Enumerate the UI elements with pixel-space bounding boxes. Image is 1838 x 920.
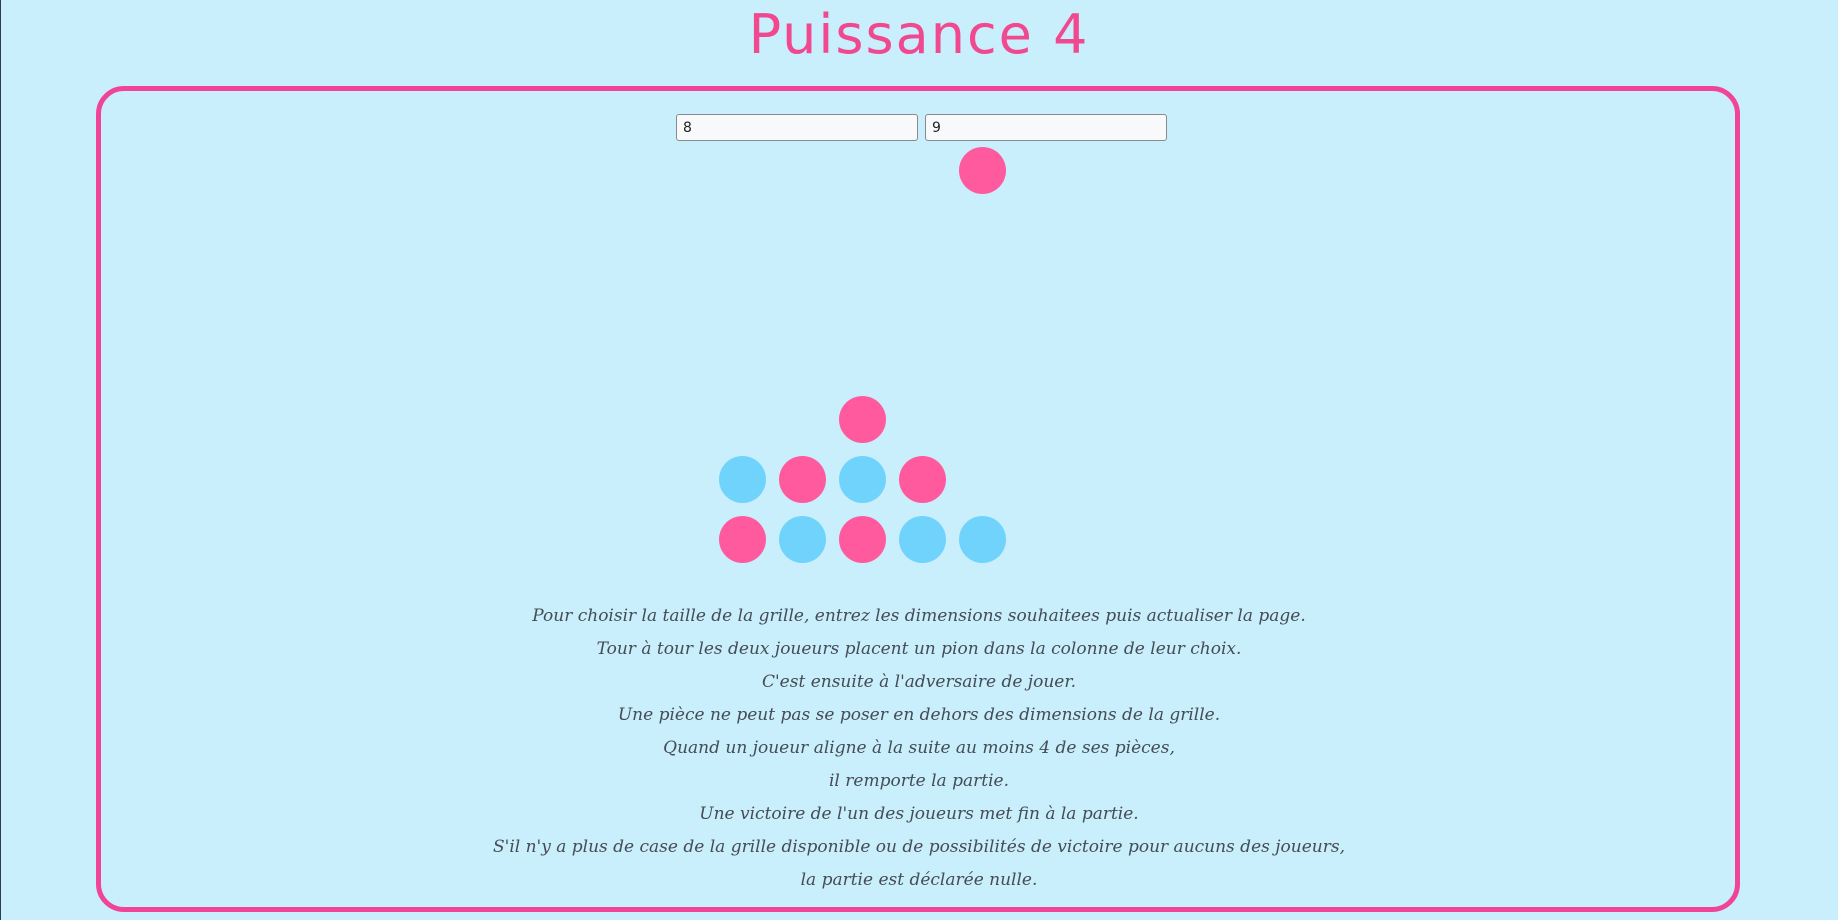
blue-disc	[779, 516, 826, 563]
rule-line: S'il n'y a plus de case de la grille dis…	[493, 837, 1345, 857]
blue-disc	[959, 516, 1006, 563]
rule-line: Une pièce ne peut pas se poser en dehors…	[617, 705, 1221, 725]
pink-disc	[839, 396, 886, 443]
rule-line: Quand un joueur aligne à la suite au moi…	[663, 738, 1175, 758]
grid-rows-input[interactable]	[676, 114, 918, 141]
rule-line: la partie est déclarée nulle.	[800, 870, 1038, 890]
drop-indicator-disc[interactable]	[959, 147, 1006, 194]
rule-line: Tour à tour les deux joueurs placent un …	[596, 639, 1242, 659]
blue-disc	[839, 456, 886, 503]
page-title: Puissance 4	[748, 3, 1090, 66]
rule-line: C'est ensuite à l'adversaire de jouer.	[762, 672, 1076, 692]
rule-line: Pour choisir la taille de la grille, ent…	[532, 606, 1306, 626]
grid-columns-input[interactable]	[925, 114, 1167, 141]
blue-disc	[899, 516, 946, 563]
rules-text: Pour choisir la taille de la grille, ent…	[0, 600, 1838, 897]
pink-disc	[779, 456, 826, 503]
rule-line: il remporte la partie.	[829, 771, 1009, 791]
pink-disc	[839, 516, 886, 563]
rule-line: Une victoire de l'un des joueurs met fin…	[699, 804, 1139, 824]
blue-disc	[719, 456, 766, 503]
pink-disc	[899, 456, 946, 503]
pink-disc	[719, 516, 766, 563]
